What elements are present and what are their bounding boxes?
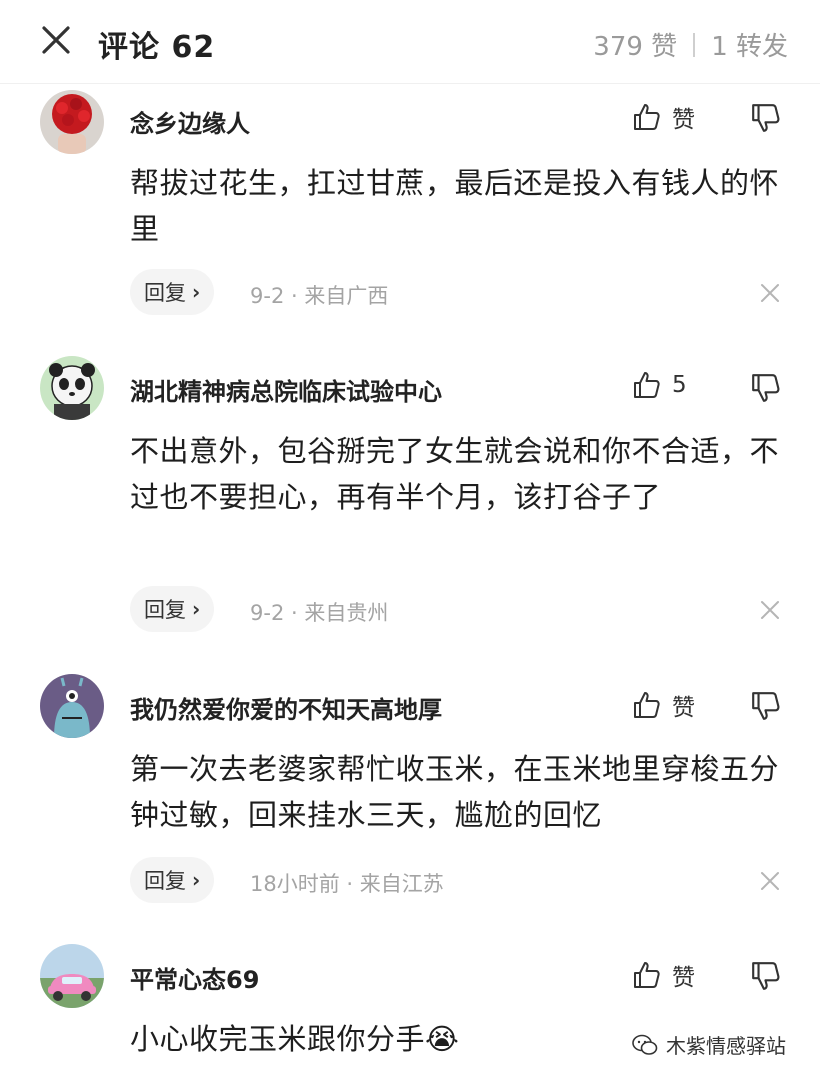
reply-button[interactable]: 回复 › xyxy=(130,269,215,315)
watermark-text: 木紫情感驿站 xyxy=(666,1034,786,1058)
chevron-right-icon: › xyxy=(192,597,201,621)
like-label: 赞 xyxy=(672,107,695,133)
avatar[interactable] xyxy=(40,356,104,420)
comment-meta: 9-2 · 来自广西 xyxy=(250,284,389,308)
like-button[interactable]: 赞 xyxy=(632,688,695,722)
dislike-button[interactable] xyxy=(750,102,782,138)
thumbs-down-icon xyxy=(752,692,780,720)
thumbs-up-icon xyxy=(634,962,660,988)
watermark: 木紫情感驿站 xyxy=(632,1030,786,1059)
thumbs-up-icon xyxy=(634,692,660,718)
close-icon[interactable] xyxy=(758,281,782,305)
dislike-button[interactable] xyxy=(750,690,782,726)
dislike-button[interactable] xyxy=(750,960,782,996)
like-button[interactable]: 5 xyxy=(632,370,687,400)
comment-text: 帮拔过花生，扛过甘蔗，最后还是投入有钱人的怀里 xyxy=(130,166,780,246)
avatar[interactable] xyxy=(40,674,104,738)
roses-avatar-icon xyxy=(40,90,104,154)
like-label: 赞 xyxy=(672,695,695,721)
chevron-right-icon: › xyxy=(192,868,201,892)
thumbs-down-icon xyxy=(752,374,780,402)
close-icon[interactable] xyxy=(38,22,74,58)
thumbs-up-icon xyxy=(634,104,660,130)
shares-count: 1 转发 xyxy=(711,32,788,62)
thumbs-down-icon xyxy=(752,104,780,132)
comment-text: 不出意外，包谷掰完了女生就会说和你不合适，不过也不要担心，再有半个月，该打谷子了 xyxy=(130,434,780,514)
like-button[interactable]: 赞 xyxy=(632,958,695,992)
dislike-button[interactable] xyxy=(750,372,782,408)
comment-meta: 9-2 · 来自贵州 xyxy=(250,601,389,625)
thumbs-down-icon xyxy=(752,962,780,990)
header: 评论 62 379 赞 1 转发 xyxy=(0,0,820,84)
wechat-icon xyxy=(632,1034,658,1055)
like-label: 赞 xyxy=(672,965,695,991)
pink-car-avatar-icon xyxy=(40,944,104,1008)
reply-label: 回复 xyxy=(144,281,186,305)
close-icon[interactable] xyxy=(758,598,782,622)
like-count: 5 xyxy=(672,372,687,398)
username[interactable]: 我仍然爱你爱的不知天高地厚 xyxy=(130,690,442,725)
reply-button[interactable]: 回复 › xyxy=(130,857,215,903)
username[interactable]: 湖北精神病总院临床试验中心 xyxy=(130,372,442,407)
panda-avatar-icon xyxy=(40,356,104,420)
avatar[interactable] xyxy=(40,90,104,154)
close-icon[interactable] xyxy=(758,869,782,893)
chevron-right-icon: › xyxy=(192,280,201,304)
page-title: 评论 62 xyxy=(98,30,216,65)
reply-label: 回复 xyxy=(144,598,186,622)
username[interactable]: 平常心态69 xyxy=(130,960,259,995)
monster-avatar-icon xyxy=(40,674,104,738)
avatar[interactable] xyxy=(40,944,104,1008)
username[interactable]: 念乡边缘人 xyxy=(130,104,250,139)
likes-count: 379 赞 xyxy=(593,32,678,62)
comment-text: 第一次去老婆家帮忙收玉米，在玉米地里穿梭五分钟过敏，回来挂水三天，尴尬的回忆 xyxy=(130,752,780,832)
header-stats: 379 赞 1 转发 xyxy=(593,26,788,63)
like-button[interactable]: 赞 xyxy=(632,100,695,134)
thumbs-up-icon xyxy=(634,372,660,398)
divider xyxy=(693,32,696,57)
reply-label: 回复 xyxy=(144,869,186,893)
reply-button[interactable]: 回复 › xyxy=(130,586,215,632)
comment-meta: 18小时前 · 来自江苏 xyxy=(250,872,444,896)
